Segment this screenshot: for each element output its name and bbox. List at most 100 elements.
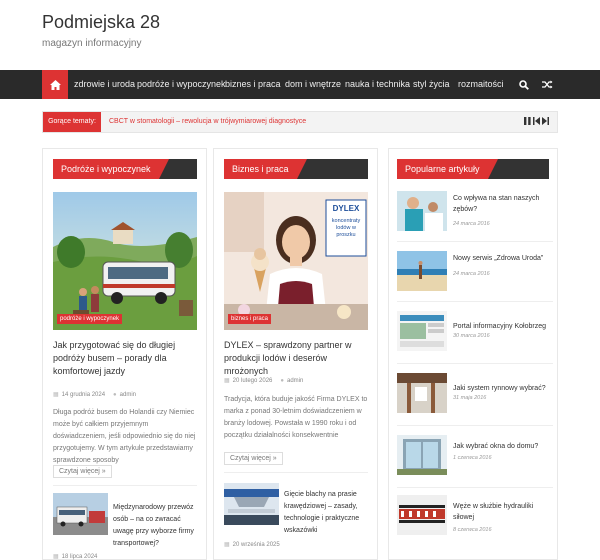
- widget-heading: Popularne artykuły: [397, 159, 549, 179]
- ticker-controls: [524, 117, 549, 125]
- popular-item-title[interactable]: Portal informacyjny Kołobrzeg: [453, 321, 553, 332]
- popular-articles-widget: Popularne artykuły Co wpływa na stan nas…: [388, 148, 558, 560]
- calendar-icon: ▦: [224, 542, 230, 548]
- small-article-image[interactable]: [53, 493, 108, 535]
- popular-item-date[interactable]: 24 marca 2016: [453, 271, 490, 277]
- divider: [397, 363, 553, 364]
- article-title[interactable]: Jak przygotować się do długiej podróży b…: [53, 339, 197, 378]
- search-button[interactable]: [513, 70, 535, 99]
- site-description: magazyn informacyjny: [42, 38, 142, 49]
- nav-item-dom[interactable]: dom i wnętrze: [285, 70, 341, 99]
- article-author[interactable]: admin: [287, 378, 303, 384]
- nav-item-zdrowie[interactable]: zdrowie i uroda: [74, 70, 135, 99]
- popular-item-image[interactable]: [397, 191, 447, 231]
- widget-title: Popularne artykuły: [397, 159, 498, 179]
- user-icon: ●: [113, 391, 117, 398]
- category-badge[interactable]: podróże i wypoczynek: [57, 314, 123, 324]
- transport-image: [53, 493, 108, 535]
- article-title[interactable]: DYLEX – sprawdzony partner w produkcji l…: [224, 339, 368, 378]
- calendar-icon: ▦: [224, 378, 230, 384]
- featured-image[interactable]: DYLEX koncentraty lodów w proszku biznes…: [224, 192, 368, 330]
- breaking-news-ticker: Gorące tematy: CBCT w stomatologii – rew…: [42, 111, 558, 133]
- nav-item-biznes[interactable]: biznes i praca: [225, 70, 281, 99]
- dentist-image: [397, 191, 447, 231]
- gutter-image: [397, 373, 447, 413]
- windows-image: [397, 435, 447, 475]
- popular-item-image[interactable]: [397, 373, 447, 413]
- category-title[interactable]: Biznes i praca: [224, 159, 307, 179]
- popular-item[interactable]: Jaki system rynnowy wybrać? 31 maja 2016: [397, 373, 553, 423]
- nav-item-podroze[interactable]: podróże i wypoczynek: [137, 70, 226, 99]
- read-more-button[interactable]: Czytaj więcej »: [224, 452, 283, 465]
- popular-item-title[interactable]: Nowy serwis „Zdrowa Uroda”: [453, 253, 553, 264]
- divider: [397, 241, 553, 242]
- article-author[interactable]: admin: [120, 392, 136, 398]
- next-icon[interactable]: [542, 117, 549, 125]
- popular-item-image[interactable]: [397, 435, 447, 475]
- home-icon: [49, 79, 61, 90]
- popular-item-title[interactable]: Węże w służbie hydrauliki siłowej: [453, 501, 553, 523]
- popular-item-image[interactable]: [397, 495, 447, 535]
- popular-item-date[interactable]: 24 marca 2016: [453, 221, 490, 227]
- nav-item-rozmaitosci[interactable]: rozmaitości: [458, 70, 504, 99]
- popular-item-date[interactable]: 31 maja 2016: [453, 395, 486, 401]
- small-article-image[interactable]: [224, 483, 279, 525]
- article-date[interactable]: 20 lutego 2026: [233, 378, 273, 384]
- small-article-title[interactable]: Gięcie blachy na prasie krawędziowej – z…: [284, 489, 370, 537]
- shuffle-icon: [541, 80, 552, 89]
- pause-icon[interactable]: [524, 117, 531, 125]
- popular-item-image[interactable]: [397, 311, 447, 351]
- brand-logo: DYLEX: [332, 204, 360, 213]
- random-post-button[interactable]: [536, 70, 558, 99]
- calendar-icon: ▦: [53, 554, 59, 560]
- category-badge[interactable]: biznes i praca: [228, 314, 272, 324]
- popular-item-title[interactable]: Jak wybrać okna do domu?: [453, 441, 553, 452]
- popular-item-image[interactable]: [397, 251, 447, 291]
- popular-item[interactable]: Nowy serwis „Zdrowa Uroda” 24 marca 2016: [397, 251, 553, 301]
- popular-item[interactable]: Co wpływa na stan naszych zębów? 24 marc…: [397, 191, 553, 241]
- bus-landscape-image: [53, 192, 197, 330]
- divider: [224, 472, 368, 473]
- site-title[interactable]: Podmiejska 28: [42, 12, 160, 33]
- popular-item-title[interactable]: Jaki system rynnowy wybrać?: [453, 383, 553, 394]
- divider: [397, 301, 553, 302]
- featured-image[interactable]: podróże i wypoczynek: [53, 192, 197, 330]
- article-excerpt: Długa podróż busem do Holandii czy Niemi…: [53, 409, 196, 464]
- prev-icon[interactable]: [533, 117, 540, 125]
- popular-item[interactable]: Węże w służbie hydrauliki siłowej 8 czer…: [397, 495, 553, 545]
- small-article-date[interactable]: 20 września 2025: [233, 542, 280, 548]
- small-article-date[interactable]: 18 lipca 2024: [62, 554, 98, 560]
- divider: [53, 485, 197, 486]
- article-date[interactable]: 14 grudnia 2024: [62, 392, 105, 398]
- search-icon: [519, 79, 529, 90]
- site-header: Podmiejska 28 magazyn informacyjny: [0, 0, 600, 70]
- calendar-icon: ▦: [53, 392, 59, 398]
- popular-item[interactable]: Jak wybrać okna do domu? 1 czerwca 2016: [397, 435, 553, 485]
- divider: [397, 425, 553, 426]
- website-image: [397, 311, 447, 351]
- divider: [397, 487, 553, 488]
- home-button[interactable]: [42, 70, 68, 99]
- nav-item-nauka[interactable]: nauka i technika: [345, 70, 410, 99]
- category-block-biznes: Biznes i praca DYLEX koncentraty lodów w…: [213, 148, 378, 560]
- popular-item-date[interactable]: 8 czerwca 2016: [453, 527, 492, 533]
- article-excerpt: Tradycja, która buduje jakość Firma DYLE…: [224, 396, 368, 439]
- category-block-podroze: Podróże i wypoczynek podróże i wypoczyne…: [42, 148, 207, 560]
- popular-item[interactable]: Portal informacyjny Kołobrzeg 30 marca 2…: [397, 311, 553, 361]
- small-article-title[interactable]: Międzynarodowy przewóz osób – na co zwra…: [113, 502, 199, 550]
- popular-item-date[interactable]: 1 czerwca 2016: [453, 455, 492, 461]
- brand-caption: koncentraty lodów w proszku: [331, 218, 361, 238]
- nav-item-styl[interactable]: styl życia: [413, 70, 450, 99]
- read-more-button[interactable]: Czytaj więcej »: [53, 465, 112, 478]
- popular-item-title[interactable]: Co wpływa na stan naszych zębów?: [453, 193, 553, 215]
- article-meta: ▦ 20 lutego 2026 ● admin: [224, 377, 303, 385]
- category-heading: Biznes i praca: [224, 159, 368, 179]
- popular-item-date[interactable]: 30 marca 2016: [453, 333, 490, 339]
- small-article-meta: ▦ 20 września 2025: [224, 541, 280, 548]
- main-navigation: zdrowie i uroda podróże i wypoczynek biz…: [0, 70, 600, 99]
- ticker-link[interactable]: CBCT w stomatologii – rewolucja w trójwy…: [109, 112, 306, 132]
- hydraulic-hoses-image: [397, 495, 447, 535]
- category-title[interactable]: Podróże i wypoczynek: [53, 159, 169, 179]
- article-meta: ▦ 14 grudnia 2024 ● admin: [53, 391, 136, 399]
- beach-image: [397, 251, 447, 291]
